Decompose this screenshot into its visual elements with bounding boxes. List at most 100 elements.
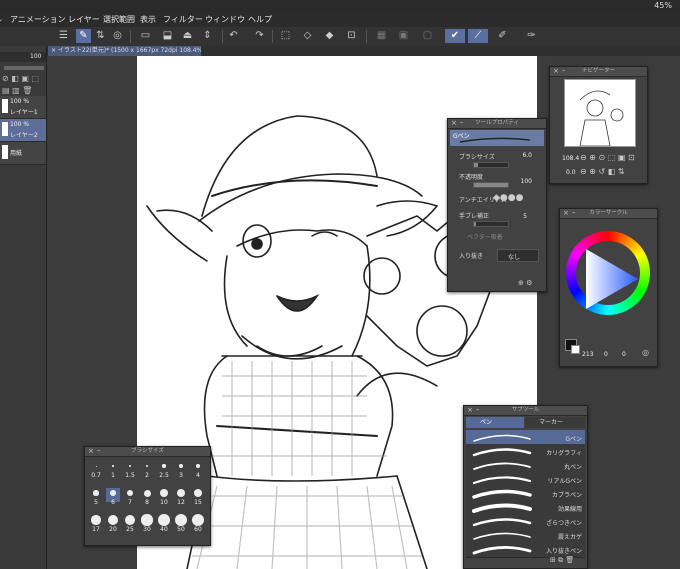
layer-icon[interactable]: ▢ [420, 29, 435, 43]
fill-icon[interactable]: ◆ [322, 29, 337, 43]
brush-size-option[interactable]: 3 [174, 461, 188, 479]
menu-icon[interactable]: ☰ [56, 29, 71, 43]
minimize-icon[interactable]: – [97, 446, 101, 455]
brush-dot-icon [179, 464, 183, 468]
stroke-preview [460, 137, 530, 143]
layer-row-selected[interactable]: 100 % レイヤー2 [0, 119, 46, 142]
brush-size-option[interactable]: 12 [174, 488, 188, 506]
layer-panel: 100 ⊘ ◧ ▣ ⬚ ▤ ▥ 🗑 100 % レイヤー1 100 % レイヤー… [0, 46, 47, 569]
brush-size-option[interactable]: 6 [106, 488, 120, 506]
stabilization-row[interactable]: 手ブレ補正 5 [451, 211, 541, 227]
brush-size-option[interactable]: 20 [106, 515, 120, 533]
taper-row[interactable]: 入り抜き なし [451, 249, 541, 263]
layer-tools-icons[interactable]: ⊘ ◧ ▣ ⬚ [2, 74, 39, 83]
vector-snap-row[interactable]: ベクター吸着 [451, 231, 541, 245]
clear-icon[interactable]: ◇ [300, 29, 315, 43]
view-icon[interactable]: ◎ [110, 29, 125, 43]
brush-size-row[interactable]: ブラシサイズ 6.0 [451, 152, 541, 168]
deselect-icon[interactable]: ⬚ [278, 29, 293, 43]
edit-icon[interactable]: ✎ [76, 29, 91, 43]
menu-item-view[interactable]: 表示 [140, 14, 156, 25]
antialias-row[interactable]: アンチエイリアス ◆●●● [451, 193, 541, 207]
subtool-label: 効果線用 [557, 506, 582, 513]
minimize-icon[interactable]: – [562, 66, 566, 75]
zoom-buttons[interactable]: ⊖ ⊕ ⊙ ⬚ ▣ ⊡ [580, 153, 635, 162]
brush-active-icon[interactable]: ⟋ [468, 29, 488, 43]
menu-item-hidden[interactable]: ル [0, 14, 2, 25]
brush-size-slider[interactable] [473, 162, 509, 168]
pen-active-icon[interactable]: ✔ [445, 29, 465, 43]
menu-item-help[interactable]: ヘルプ [248, 14, 272, 25]
brush-size-option[interactable]: 10 [157, 488, 171, 506]
opacity-slider[interactable] [473, 182, 509, 188]
transform-icon[interactable]: ⊡ [344, 29, 359, 43]
pen-icon[interactable]: ✐ [495, 29, 510, 43]
blend-mode-bar[interactable]: 100 [0, 52, 46, 62]
menu-item-animation[interactable]: アニメーション [10, 14, 66, 25]
close-icon[interactable]: × [88, 447, 94, 456]
brush-size-option[interactable]: 60 [191, 514, 205, 533]
redo-icon[interactable]: ↷ [252, 29, 267, 43]
subtool-tab-pen[interactable]: ペン [466, 417, 524, 428]
taper-select[interactable]: なし [497, 249, 539, 262]
brush-size-label: 60 [194, 526, 202, 533]
new-page-icon[interactable]: ▭ [138, 29, 153, 43]
brush-size-option[interactable]: 8 [140, 488, 154, 506]
close-icon[interactable]: × [467, 406, 473, 415]
stabilization-slider[interactable] [473, 221, 509, 227]
color-settings-icon[interactable]: ◎ [642, 348, 649, 357]
brush-dot-icon [162, 464, 166, 468]
menu-item-selection[interactable]: 選択範囲 [103, 14, 135, 25]
brush-size-option[interactable]: 15 [191, 488, 205, 506]
brush-size-label: 30 [143, 526, 151, 533]
export-icon[interactable]: ⏏ [180, 29, 195, 43]
command-bar: ☰ ✎ ⇅ ◎ ▭ ⬓ ⏏ ⇕ ↶ ↷ ⬚ ◇ ◆ ⊡ ▦ ▣ ▢ ✔ ⟋ ✐ … [0, 27, 680, 47]
layer-row-paper[interactable]: 用紙 [0, 142, 46, 165]
chevron-updown-icon[interactable]: ⇕ [200, 29, 215, 43]
settings-icon[interactable]: ⊕ ⚙ [518, 279, 532, 287]
saturation-triangle[interactable] [578, 249, 638, 309]
ruler-off-icon[interactable]: ▦ [374, 29, 389, 43]
rotate-buttons[interactable]: ⊖ ⊕ ↺ ◧ ⇅ [580, 167, 625, 176]
menu-item-filter[interactable]: フィルター [163, 14, 203, 25]
save-icon[interactable]: ⬓ [160, 29, 175, 43]
brush-size-option[interactable]: 0.7 [89, 461, 103, 479]
subtool-panel: × – サブツール ペン マーカー Gペン カリグラフィ 丸ペン リアルGペン カブラペン… [463, 405, 588, 569]
toggle-icon[interactable]: ⇅ [93, 29, 108, 43]
subtool-actions-icon[interactable]: ⊞ ⧉ 🗑 [550, 556, 574, 565]
menu-item-window[interactable]: ウィンドウ [205, 14, 245, 25]
brush-size-option[interactable]: 7 [123, 488, 137, 506]
minimize-icon[interactable]: – [572, 208, 576, 217]
opacity-row[interactable]: 不透明度 100 [451, 172, 541, 188]
menu-item-layer[interactable]: レイヤー [68, 14, 100, 25]
navigator-preview[interactable] [564, 79, 636, 147]
brush-size-option[interactable]: 30 [140, 514, 154, 533]
minimize-icon[interactable]: – [460, 118, 464, 127]
close-icon[interactable]: × [563, 209, 569, 218]
close-icon[interactable]: × [451, 119, 457, 128]
brush-size-option[interactable]: 25 [123, 514, 137, 533]
undo-icon[interactable]: ↶ [226, 29, 241, 43]
antialias-options-icon[interactable]: ◆●●● [493, 193, 523, 203]
layer-row[interactable]: 100 % レイヤー1 [0, 96, 46, 119]
close-icon[interactable]: × [553, 67, 559, 76]
minimize-icon[interactable]: – [476, 405, 480, 414]
layer-mask-icon[interactable]: ▣ [396, 29, 411, 43]
brush-size-label: 6 [111, 499, 115, 506]
brush-size-option[interactable]: 4 [191, 461, 205, 479]
brush-size-option[interactable]: 17 [89, 515, 103, 533]
zoom-value: 108.4 [562, 155, 580, 162]
tool-preset[interactable]: Gペン [450, 130, 544, 146]
brush-size-option[interactable]: 1.5 [123, 461, 137, 479]
brush-size-option[interactable]: 2 [140, 461, 154, 479]
subtool-tab-marker[interactable]: マーカー [525, 417, 585, 428]
palette-icon[interactable]: ✑ [524, 29, 539, 43]
layer-actions-icons[interactable]: ▤ ▥ 🗑 [2, 86, 32, 95]
document-tab[interactable]: × イラスト22(単元)* (1500 x 1667px 72dpi 108.4… [48, 46, 201, 56]
brush-size-option[interactable]: 5 [89, 488, 103, 506]
sub-color-swatch[interactable] [571, 345, 580, 354]
brush-size-option[interactable]: 40 [157, 514, 171, 533]
brush-size-option[interactable]: 2.5 [157, 461, 171, 479]
brush-size-option[interactable]: 1 [106, 461, 120, 479]
brush-size-option[interactable]: 50 [174, 514, 188, 533]
